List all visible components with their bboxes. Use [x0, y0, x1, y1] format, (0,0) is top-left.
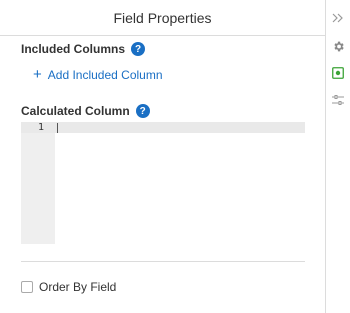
add-included-column-link[interactable]: + Add Included Column [33, 67, 163, 82]
calculated-column-heading: Calculated Column ? [21, 104, 150, 118]
field-properties-panel: Field Properties Included Columns ? + Ad… [0, 0, 326, 313]
calculated-column-label: Calculated Column [21, 104, 130, 118]
calculated-column-help-icon[interactable]: ? [135, 104, 150, 118]
included-columns-help-icon[interactable]: ? [131, 42, 146, 56]
order-by-field-label: Order By Field [39, 280, 117, 294]
section-divider [21, 261, 305, 262]
panel-header: Field Properties [0, 0, 325, 36]
editor-active-line [21, 122, 305, 133]
side-rail [326, 0, 350, 313]
order-by-field-checkbox[interactable] [21, 281, 33, 293]
double-chevron-right-icon[interactable] [326, 7, 350, 29]
plus-icon: + [33, 66, 42, 83]
included-columns-label: Included Columns [21, 42, 126, 56]
text-cursor [57, 123, 58, 133]
add-included-column-label: Add Included Column [47, 67, 163, 82]
sliders-icon[interactable] [326, 89, 350, 111]
editor-gutter [21, 122, 55, 244]
field-properties-icon[interactable] [326, 62, 350, 84]
calculated-column-editor[interactable]: 1 [21, 122, 305, 244]
included-columns-heading: Included Columns ? [21, 42, 146, 56]
gear-icon[interactable] [326, 35, 350, 57]
order-by-field-option[interactable]: Order By Field [21, 280, 116, 294]
line-number: 1 [37, 122, 44, 133]
panel-title: Field Properties [113, 9, 212, 26]
